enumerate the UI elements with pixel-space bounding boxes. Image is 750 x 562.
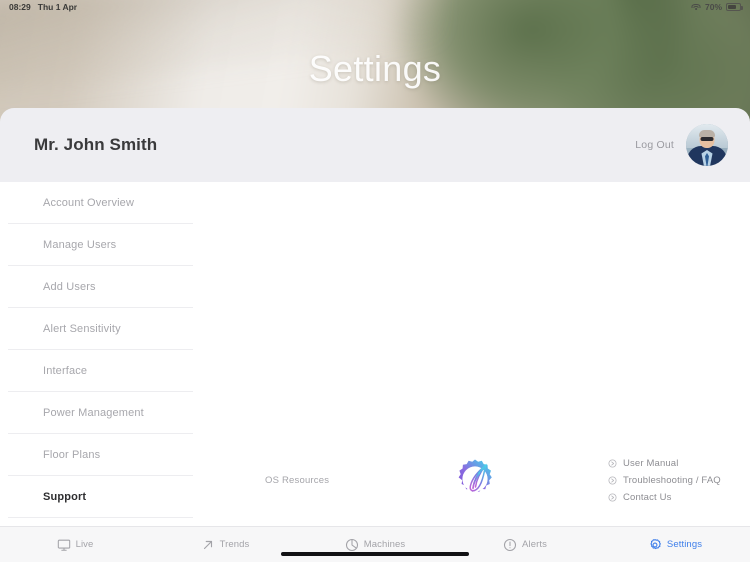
page-title: Settings bbox=[308, 48, 442, 89]
tab-machines[interactable]: Machines bbox=[300, 538, 450, 552]
gear-icon bbox=[648, 538, 662, 552]
tab-label: Alerts bbox=[522, 539, 547, 550]
tab-label: Trends bbox=[219, 539, 250, 550]
tab-trends[interactable]: Trends bbox=[150, 538, 300, 552]
tab-label: Live bbox=[75, 539, 94, 550]
os-resources-label: OS Resources bbox=[265, 474, 330, 486]
status-bar-date: Thu 1 Apr bbox=[37, 2, 78, 12]
sidebar-item-label: Account Overview bbox=[43, 196, 135, 209]
tab-alerts[interactable]: Alerts bbox=[450, 538, 600, 552]
arrow-up-right-icon bbox=[201, 538, 215, 552]
tab-settings[interactable]: Settings bbox=[600, 538, 750, 552]
os-gear-leaf-logo bbox=[445, 454, 505, 506]
avatar[interactable] bbox=[686, 124, 728, 166]
sidebar-item-alert-sensitivity[interactable]: Alert Sensitivity bbox=[0, 308, 202, 349]
sidebar-item-add-users[interactable]: Add Users bbox=[0, 266, 202, 307]
battery-percent-label: 70% bbox=[704, 2, 722, 12]
os-resources-links: User Manual Troubleshooting / FAQ Contact … bbox=[608, 458, 721, 503]
sidebar-item-interface[interactable]: Interface bbox=[0, 350, 202, 391]
sidebar-item-label: Interface bbox=[43, 364, 88, 377]
sidebar-divider bbox=[8, 517, 193, 518]
sidebar-item-label: Manage Users bbox=[43, 238, 117, 251]
settings-sidebar: Account Overview Manage Users Add Users Ale… bbox=[0, 182, 202, 518]
sidebar-item-label: Power Management bbox=[43, 406, 144, 419]
sidebar-item-account-overview[interactable]: Account Overview bbox=[0, 182, 202, 223]
sidebar-item-label: Add Users bbox=[43, 280, 96, 293]
circle-chevron-icon bbox=[608, 475, 617, 485]
wifi-icon bbox=[691, 3, 701, 11]
profile-bar: Mr. John Smith Log Out bbox=[0, 108, 750, 182]
os-resources-section: OS Resources User Manual Troubleshooting… bbox=[265, 454, 721, 506]
resource-link-label: Troubleshooting / FAQ bbox=[623, 474, 721, 486]
battery-icon bbox=[726, 3, 743, 11]
resource-link-user-manual[interactable]: User Manual bbox=[608, 458, 721, 469]
sidebar-item-manage-users[interactable]: Manage Users bbox=[0, 224, 202, 265]
sidebar-item-label: Support bbox=[43, 490, 87, 503]
main-content: Account Overview Manage Users Add Users Ale… bbox=[0, 182, 750, 537]
bottom-tab-bar: Live Trends Machines Alerts Settings bbox=[0, 526, 750, 562]
sidebar-item-support[interactable]: Support bbox=[0, 476, 202, 517]
resource-link-label: Contact Us bbox=[623, 491, 672, 503]
logout-button[interactable]: Log Out bbox=[635, 139, 674, 151]
monitor-icon bbox=[57, 538, 71, 552]
status-bar: 08:29 Thu 1 Apr 70% bbox=[0, 0, 750, 14]
tab-label: Settings bbox=[666, 539, 703, 550]
sidebar-item-floor-plans[interactable]: Floor Plans bbox=[0, 434, 202, 475]
resource-link-troubleshooting-faq[interactable]: Troubleshooting / FAQ bbox=[608, 475, 721, 486]
circle-chevron-icon bbox=[608, 458, 617, 468]
tab-live[interactable]: Live bbox=[0, 538, 150, 552]
status-bar-time: 08:29 bbox=[9, 2, 31, 12]
tab-label: Machines bbox=[363, 539, 406, 550]
resource-link-label: User Manual bbox=[623, 457, 679, 469]
circle-chevron-icon bbox=[608, 492, 617, 502]
profile-name: Mr. John Smith bbox=[34, 135, 158, 154]
sidebar-item-label: Alert Sensitivity bbox=[43, 322, 121, 335]
sidebar-item-power-management[interactable]: Power Management bbox=[0, 392, 202, 433]
resource-link-contact-us[interactable]: Contact Us bbox=[608, 492, 721, 503]
exclamation-circle-icon bbox=[503, 538, 517, 552]
home-indicator bbox=[281, 551, 469, 556]
pie-chart-icon bbox=[345, 538, 359, 552]
sidebar-item-label: Floor Plans bbox=[43, 448, 101, 461]
